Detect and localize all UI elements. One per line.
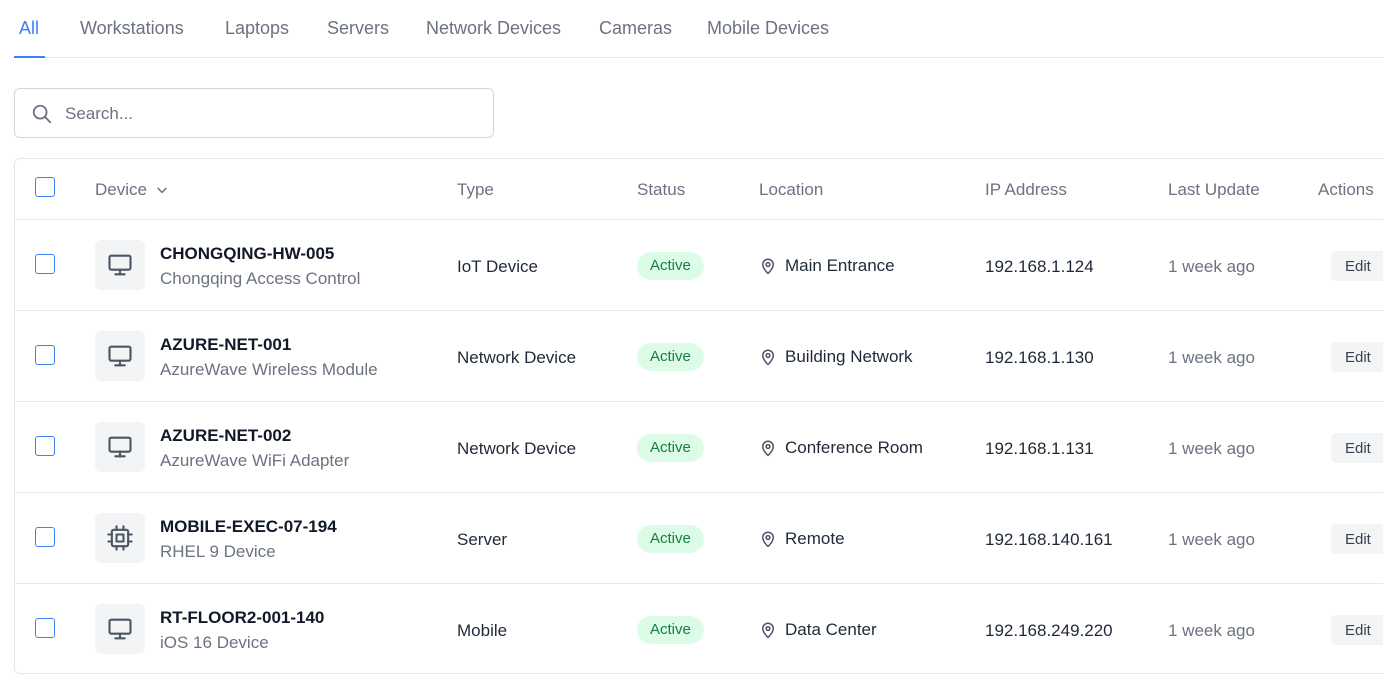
ip-address: 192.168.249.220 [985, 621, 1113, 640]
search-input[interactable] [65, 101, 475, 127]
device-location: Data Center [759, 620, 877, 640]
device-name[interactable]: RT-FLOOR2-001-140 [160, 608, 324, 628]
device-description: iOS 16 Device [160, 633, 269, 652]
tab-servers[interactable]: Servers [327, 18, 389, 39]
chevron-down-icon [157, 187, 167, 194]
tab-workstations[interactable]: Workstations [80, 18, 184, 39]
column-header-actions: Actions [1318, 180, 1374, 199]
column-header-device[interactable]: Device [95, 180, 169, 200]
device-type: IoT Device [457, 257, 538, 276]
device-icon-container [95, 240, 145, 290]
row-checkbox[interactable] [35, 345, 55, 365]
devices-table: Device Type Status Location IP Address L… [14, 158, 1383, 674]
device-icon-container [95, 604, 145, 654]
status-badge: Active [637, 252, 704, 280]
edit-button[interactable]: Edit [1331, 615, 1383, 645]
monitor-icon [108, 254, 132, 276]
table-row[interactable]: RT-FLOOR2-001-140 iOS 16 Device Mobile A… [15, 584, 1383, 673]
table-row[interactable]: AZURE-NET-002 AzureWave WiFi Adapter Net… [15, 402, 1383, 493]
device-name[interactable]: AZURE-NET-001 [160, 335, 291, 355]
table-row[interactable]: CHONGQING-HW-005 Chongqing Access Contro… [15, 220, 1383, 311]
device-description: Chongqing Access Control [160, 269, 361, 288]
tab-all[interactable]: All [19, 18, 39, 39]
location-label: Data Center [785, 620, 877, 639]
device-category-tabs: All Workstations Laptops Servers Network… [14, 0, 1383, 58]
last-update: 1 week ago [1168, 530, 1255, 549]
ip-address: 192.168.1.130 [985, 348, 1094, 367]
location-label: Building Network [785, 347, 913, 366]
edit-button[interactable]: Edit [1331, 433, 1383, 463]
status-badge: Active [637, 525, 704, 553]
device-icon-container [95, 513, 145, 563]
device-location: Main Entrance [759, 256, 895, 276]
tab-mobile-devices[interactable]: Mobile Devices [707, 18, 829, 39]
row-checkbox[interactable] [35, 527, 55, 547]
monitor-icon [108, 345, 132, 367]
row-checkbox[interactable] [35, 436, 55, 456]
row-checkbox[interactable] [35, 254, 55, 274]
device-name[interactable]: CHONGQING-HW-005 [160, 244, 334, 264]
table-row[interactable]: AZURE-NET-001 AzureWave Wireless Module … [15, 311, 1383, 402]
column-header-type: Type [457, 180, 494, 199]
map-pin-icon [762, 258, 774, 275]
location-label: Conference Room [785, 438, 923, 457]
ip-address: 192.168.1.131 [985, 439, 1094, 458]
device-type: Server [457, 530, 508, 549]
last-update: 1 week ago [1168, 257, 1255, 276]
row-checkbox[interactable] [35, 618, 55, 638]
device-location: Conference Room [759, 438, 923, 458]
cpu-icon [107, 525, 133, 551]
search-icon [32, 104, 52, 124]
device-type: Network Device [457, 439, 577, 458]
device-icon-container [95, 422, 145, 472]
device-location: Remote [759, 529, 845, 549]
table-row[interactable]: MOBILE-EXEC-07-194 RHEL 9 Device Server … [15, 493, 1383, 584]
device-type: Mobile [457, 621, 508, 640]
column-header-last-update: Last Update [1168, 180, 1260, 199]
column-header-ip-address: IP Address [985, 180, 1067, 199]
device-icon-container [95, 331, 145, 381]
map-pin-icon [762, 531, 774, 548]
monitor-icon [108, 436, 132, 458]
tab-network-devices[interactable]: Network Devices [426, 18, 561, 39]
map-pin-icon [762, 349, 774, 366]
status-badge: Active [637, 434, 704, 462]
ip-address: 192.168.140.161 [985, 530, 1113, 549]
tab-cameras[interactable]: Cameras [599, 18, 672, 39]
column-header-status: Status [637, 180, 686, 199]
status-badge: Active [637, 343, 704, 371]
monitor-icon [108, 618, 132, 640]
device-type: Network Device [457, 348, 577, 367]
search-box [14, 88, 494, 138]
device-name[interactable]: MOBILE-EXEC-07-194 [160, 517, 337, 537]
device-location: Building Network [759, 347, 913, 367]
device-description: RHEL 9 Device [160, 542, 276, 561]
select-all-checkbox[interactable] [35, 177, 55, 197]
location-label: Main Entrance [785, 256, 895, 275]
edit-button[interactable]: Edit [1331, 524, 1383, 554]
last-update: 1 week ago [1168, 348, 1255, 367]
location-label: Remote [785, 529, 845, 548]
map-pin-icon [762, 440, 774, 457]
tab-laptops[interactable]: Laptops [225, 18, 289, 39]
device-name[interactable]: AZURE-NET-002 [160, 426, 291, 446]
last-update: 1 week ago [1168, 621, 1255, 640]
ip-address: 192.168.1.124 [985, 257, 1094, 276]
map-pin-icon [762, 622, 774, 639]
column-header-location: Location [759, 180, 824, 199]
edit-button[interactable]: Edit [1331, 342, 1383, 372]
status-badge: Active [637, 616, 704, 644]
active-tab-indicator [14, 56, 45, 58]
table-header: Device Type Status Location IP Address L… [15, 159, 1383, 220]
device-description: AzureWave WiFi Adapter [160, 451, 350, 470]
device-description: AzureWave Wireless Module [160, 360, 378, 379]
edit-button[interactable]: Edit [1331, 251, 1383, 281]
last-update: 1 week ago [1168, 439, 1255, 458]
column-header-device-label: Device [95, 180, 147, 199]
